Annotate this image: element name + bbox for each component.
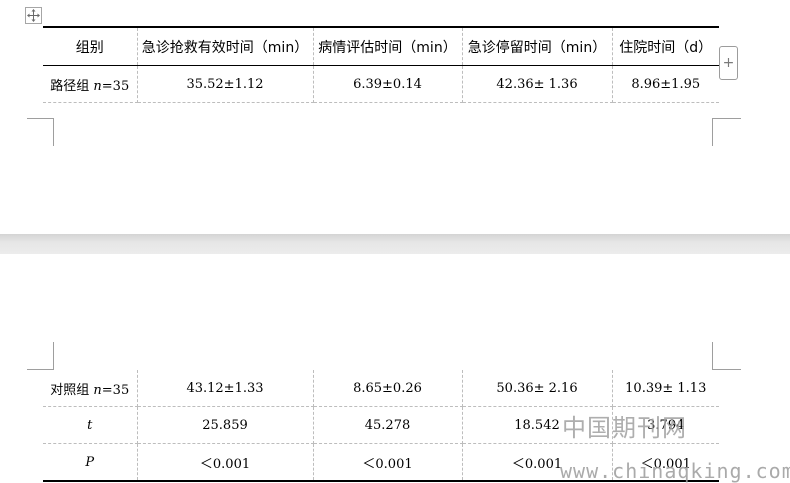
header-group[interactable]: 组别 [43,27,138,66]
watermark-title: 中国期刊网 [562,414,687,442]
page-break-gap [0,234,790,254]
table-header-row: 组别 急诊抢救有效时间（min） 病情评估时间（min） 急诊停留时间（min）… [43,27,719,66]
table-cell[interactable]: 42.36± 1.36 [461,65,613,103]
table-cell[interactable]: 43.12±1.33 [136,370,314,407]
table-cell[interactable]: 25.859 [136,406,314,444]
table-cell[interactable]: 10.39± 1.13 [611,370,719,407]
margin-corner-mark [712,342,741,370]
table-row-control-group: 对照组 n=35 43.12±1.33 8.65±0.26 50.36± 2.1… [43,370,719,407]
table-cell[interactable]: 8.96±1.95 [611,65,719,103]
table-cell[interactable]: 35.52±1.12 [136,65,314,103]
table-cell[interactable]: ＜0.001 [136,443,314,481]
header-assessment-time[interactable]: 病情评估时间（min） [312,27,463,66]
move-arrows-icon [27,9,40,22]
stat-label-cell[interactable]: t [43,406,138,444]
header-hospital-days[interactable]: 住院时间（d） [611,27,719,66]
header-stay-time[interactable]: 急诊停留时间（min） [461,27,613,66]
table-cell[interactable]: 50.36± 2.16 [461,370,613,407]
table-move-handle[interactable] [25,7,42,24]
results-table-page-1: 组别 急诊抢救有效时间（min） 病情评估时间（min） 急诊停留时间（min）… [43,26,719,103]
group-cell[interactable]: 对照组 n=35 [43,370,138,407]
table-cell[interactable]: 6.39±0.14 [312,65,463,103]
header-rescue-time[interactable]: 急诊抢救有效时间（min） [136,27,314,66]
add-column-button[interactable]: + [719,46,738,80]
table-cell[interactable]: 8.65±0.26 [312,370,463,407]
table-row-pathway-group: 路径组 n=35 35.52±1.12 6.39±0.14 42.36± 1.3… [43,65,719,103]
table-cell[interactable]: 45.278 [312,406,463,444]
margin-corner-mark [712,118,741,146]
group-cell[interactable]: 路径组 n=35 [43,65,138,103]
stat-label-cell[interactable]: P [43,443,138,481]
table-cell[interactable]: ＜0.001 [312,443,463,481]
margin-corner-mark [27,342,54,370]
margin-corner-mark [27,118,54,146]
watermark-url: www.chinaqking.com [560,459,790,483]
